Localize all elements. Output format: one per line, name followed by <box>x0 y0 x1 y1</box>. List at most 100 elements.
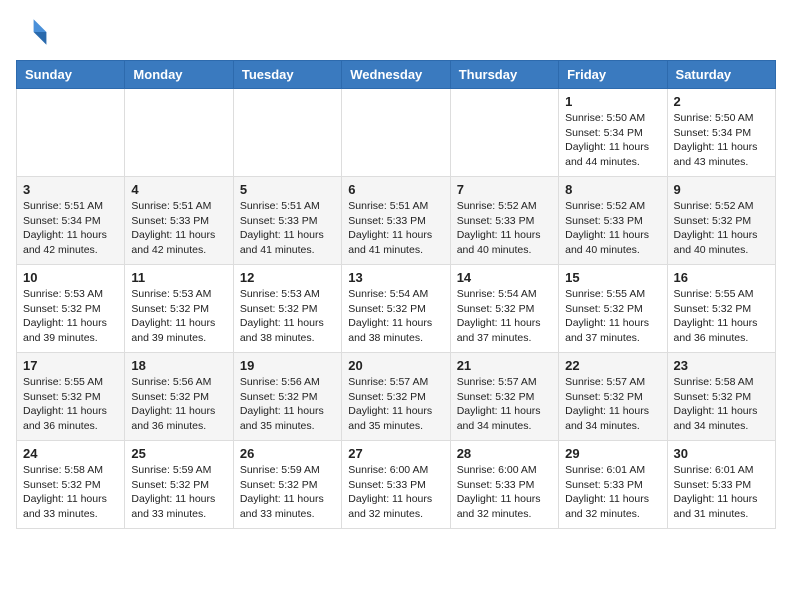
day-number: 4 <box>131 182 226 197</box>
day-info: Sunrise: 5:53 AM Sunset: 5:32 PM Dayligh… <box>23 287 118 346</box>
day-info: Sunrise: 5:55 AM Sunset: 5:32 PM Dayligh… <box>23 375 118 434</box>
day-info: Sunrise: 6:00 AM Sunset: 5:33 PM Dayligh… <box>457 463 552 522</box>
day-number: 29 <box>565 446 660 461</box>
calendar-cell: 28 Sunrise: 6:00 AM Sunset: 5:33 PM Dayli… <box>450 441 558 529</box>
calendar-cell: 27 Sunrise: 6:00 AM Sunset: 5:33 PM Dayli… <box>342 441 450 529</box>
calendar-cell: 29 Sunrise: 6:01 AM Sunset: 5:33 PM Dayli… <box>559 441 667 529</box>
calendar-cell: 18 Sunrise: 5:56 AM Sunset: 5:32 PM Dayli… <box>125 353 233 441</box>
calendar-week-5: 24Sunrise: 5:58 AM Sunset: 5:32 PM Dayli… <box>17 441 776 529</box>
calendar-cell: 24Sunrise: 5:58 AM Sunset: 5:32 PM Dayli… <box>17 441 125 529</box>
calendar-cell: 6 Sunrise: 5:51 AM Sunset: 5:33 PM Daylig… <box>342 177 450 265</box>
day-info: Sunrise: 5:51 AM Sunset: 5:33 PM Dayligh… <box>240 199 335 258</box>
day-info: Sunrise: 5:53 AM Sunset: 5:32 PM Dayligh… <box>131 287 226 346</box>
calendar-cell: 13 Sunrise: 5:54 AM Sunset: 5:32 PM Dayli… <box>342 265 450 353</box>
calendar-week-2: 3Sunrise: 5:51 AM Sunset: 5:34 PM Daylig… <box>17 177 776 265</box>
day-number: 17 <box>23 358 118 373</box>
day-number: 15 <box>565 270 660 285</box>
calendar-week-1: 1 Sunrise: 5:50 AM Sunset: 5:34 PM Daylig… <box>17 89 776 177</box>
calendar-week-3: 10Sunrise: 5:53 AM Sunset: 5:32 PM Dayli… <box>17 265 776 353</box>
day-info: Sunrise: 6:01 AM Sunset: 5:33 PM Dayligh… <box>565 463 660 522</box>
day-number: 21 <box>457 358 552 373</box>
logo-icon <box>16 16 48 48</box>
calendar-cell: 19Sunrise: 5:56 AM Sunset: 5:32 PM Dayli… <box>233 353 341 441</box>
day-info: Sunrise: 5:50 AM Sunset: 5:34 PM Dayligh… <box>674 111 769 170</box>
calendar-cell: 30Sunrise: 6:01 AM Sunset: 5:33 PM Dayli… <box>667 441 775 529</box>
day-number: 6 <box>348 182 443 197</box>
day-info: Sunrise: 5:56 AM Sunset: 5:32 PM Dayligh… <box>240 375 335 434</box>
calendar-cell: 17 Sunrise: 5:55 AM Sunset: 5:32 PM Dayli… <box>17 353 125 441</box>
day-info: Sunrise: 5:53 AM Sunset: 5:32 PM Dayligh… <box>240 287 335 346</box>
day-info: Sunrise: 5:52 AM Sunset: 5:32 PM Dayligh… <box>674 199 769 258</box>
day-number: 2 <box>674 94 769 109</box>
day-number: 22 <box>565 358 660 373</box>
col-header-wednesday: Wednesday <box>342 61 450 89</box>
day-info: Sunrise: 5:57 AM Sunset: 5:32 PM Dayligh… <box>565 375 660 434</box>
day-number: 1 <box>565 94 660 109</box>
col-header-tuesday: Tuesday <box>233 61 341 89</box>
calendar-table: SundayMondayTuesdayWednesdayThursdayFrid… <box>16 60 776 529</box>
day-number: 5 <box>240 182 335 197</box>
day-number: 20 <box>348 358 443 373</box>
day-number: 28 <box>457 446 552 461</box>
day-number: 26 <box>240 446 335 461</box>
day-info: Sunrise: 5:56 AM Sunset: 5:32 PM Dayligh… <box>131 375 226 434</box>
day-number: 11 <box>131 270 226 285</box>
calendar-cell: 21 Sunrise: 5:57 AM Sunset: 5:32 PM Dayli… <box>450 353 558 441</box>
day-info: Sunrise: 5:51 AM Sunset: 5:33 PM Dayligh… <box>348 199 443 258</box>
day-number: 7 <box>457 182 552 197</box>
day-number: 3 <box>23 182 118 197</box>
calendar-cell <box>233 89 341 177</box>
calendar-cell: 10Sunrise: 5:53 AM Sunset: 5:32 PM Dayli… <box>17 265 125 353</box>
day-number: 13 <box>348 270 443 285</box>
calendar-cell: 12 Sunrise: 5:53 AM Sunset: 5:32 PM Dayli… <box>233 265 341 353</box>
day-info: Sunrise: 5:55 AM Sunset: 5:32 PM Dayligh… <box>674 287 769 346</box>
col-header-thursday: Thursday <box>450 61 558 89</box>
day-info: Sunrise: 5:52 AM Sunset: 5:33 PM Dayligh… <box>565 199 660 258</box>
calendar-cell <box>125 89 233 177</box>
day-number: 9 <box>674 182 769 197</box>
calendar-cell: 22 Sunrise: 5:57 AM Sunset: 5:32 PM Dayli… <box>559 353 667 441</box>
col-header-monday: Monday <box>125 61 233 89</box>
day-info: Sunrise: 5:54 AM Sunset: 5:32 PM Dayligh… <box>348 287 443 346</box>
calendar-cell: 2 Sunrise: 5:50 AM Sunset: 5:34 PM Daylig… <box>667 89 775 177</box>
day-number: 23 <box>674 358 769 373</box>
calendar-cell: 4Sunrise: 5:51 AM Sunset: 5:33 PM Daylig… <box>125 177 233 265</box>
day-info: Sunrise: 6:00 AM Sunset: 5:33 PM Dayligh… <box>348 463 443 522</box>
calendar-cell: 20 Sunrise: 5:57 AM Sunset: 5:32 PM Dayli… <box>342 353 450 441</box>
calendar-cell: 14 Sunrise: 5:54 AM Sunset: 5:32 PM Dayli… <box>450 265 558 353</box>
calendar-cell: 3Sunrise: 5:51 AM Sunset: 5:34 PM Daylig… <box>17 177 125 265</box>
page-header <box>16 16 776 48</box>
day-info: Sunrise: 5:58 AM Sunset: 5:32 PM Dayligh… <box>674 375 769 434</box>
day-info: Sunrise: 5:57 AM Sunset: 5:32 PM Dayligh… <box>457 375 552 434</box>
logo <box>16 16 52 48</box>
calendar-cell: 8Sunrise: 5:52 AM Sunset: 5:33 PM Daylig… <box>559 177 667 265</box>
day-info: Sunrise: 5:59 AM Sunset: 5:32 PM Dayligh… <box>131 463 226 522</box>
day-info: Sunrise: 5:50 AM Sunset: 5:34 PM Dayligh… <box>565 111 660 170</box>
calendar-cell <box>342 89 450 177</box>
day-number: 16 <box>674 270 769 285</box>
day-info: Sunrise: 5:55 AM Sunset: 5:32 PM Dayligh… <box>565 287 660 346</box>
col-header-friday: Friday <box>559 61 667 89</box>
col-header-sunday: Sunday <box>17 61 125 89</box>
calendar-cell: 23 Sunrise: 5:58 AM Sunset: 5:32 PM Dayli… <box>667 353 775 441</box>
calendar-cell <box>17 89 125 177</box>
day-number: 25 <box>131 446 226 461</box>
calendar-cell: 1 Sunrise: 5:50 AM Sunset: 5:34 PM Daylig… <box>559 89 667 177</box>
calendar-cell: 25 Sunrise: 5:59 AM Sunset: 5:32 PM Dayli… <box>125 441 233 529</box>
calendar-cell <box>450 89 558 177</box>
calendar-cell: 9 Sunrise: 5:52 AM Sunset: 5:32 PM Daylig… <box>667 177 775 265</box>
calendar-cell: 26Sunrise: 5:59 AM Sunset: 5:32 PM Dayli… <box>233 441 341 529</box>
day-info: Sunrise: 5:57 AM Sunset: 5:32 PM Dayligh… <box>348 375 443 434</box>
calendar-cell: 5 Sunrise: 5:51 AM Sunset: 5:33 PM Daylig… <box>233 177 341 265</box>
calendar-header-row: SundayMondayTuesdayWednesdayThursdayFrid… <box>17 61 776 89</box>
day-info: Sunrise: 5:54 AM Sunset: 5:32 PM Dayligh… <box>457 287 552 346</box>
day-info: Sunrise: 5:58 AM Sunset: 5:32 PM Dayligh… <box>23 463 118 522</box>
day-number: 27 <box>348 446 443 461</box>
day-number: 18 <box>131 358 226 373</box>
calendar-cell: 15 Sunrise: 5:55 AM Sunset: 5:32 PM Dayli… <box>559 265 667 353</box>
col-header-saturday: Saturday <box>667 61 775 89</box>
calendar-cell: 7Sunrise: 5:52 AM Sunset: 5:33 PM Daylig… <box>450 177 558 265</box>
calendar-cell: 11 Sunrise: 5:53 AM Sunset: 5:32 PM Dayli… <box>125 265 233 353</box>
day-number: 12 <box>240 270 335 285</box>
day-number: 14 <box>457 270 552 285</box>
